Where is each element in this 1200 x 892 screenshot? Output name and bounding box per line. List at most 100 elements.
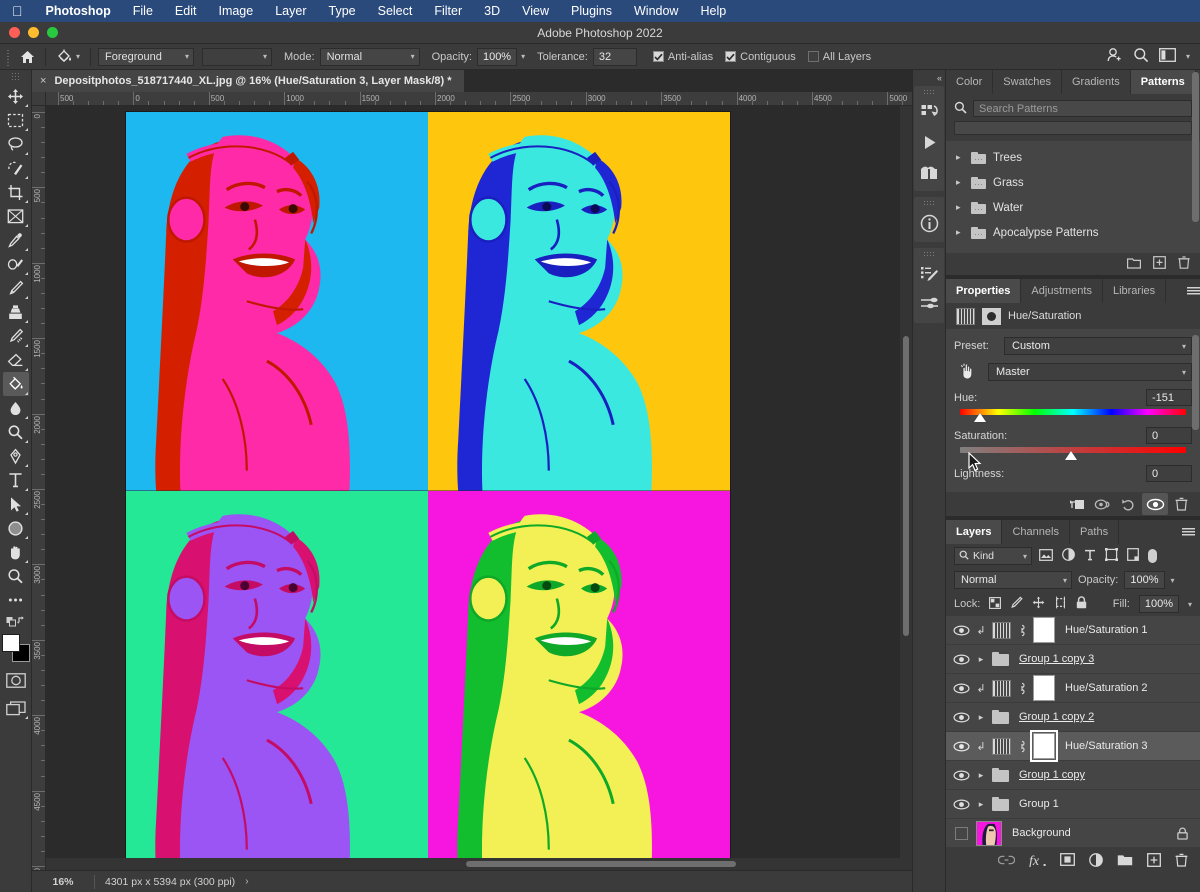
type-tool[interactable] xyxy=(3,468,29,492)
eraser-tool[interactable] xyxy=(3,348,29,372)
layer-blend-mode-dropdown[interactable]: Normal ▾ xyxy=(954,571,1072,589)
pen-tool[interactable] xyxy=(3,444,29,468)
layer-fill-input[interactable]: 100% xyxy=(1138,595,1179,613)
workspace-chevron-down-icon[interactable]: ▾ xyxy=(1186,52,1190,61)
close-icon[interactable]: × xyxy=(40,75,46,87)
tools-panel-grip[interactable] xyxy=(10,72,21,82)
hue-slider[interactable] xyxy=(960,409,1186,422)
lock-transparency-icon[interactable] xyxy=(989,596,1002,612)
quick-selection-tool[interactable] xyxy=(3,156,29,180)
clone-stamp-tool[interactable] xyxy=(3,300,29,324)
chevron-right-icon[interactable]: ▸ xyxy=(976,799,986,810)
layer-visibility-toggle[interactable] xyxy=(946,653,976,665)
ellipse-tool[interactable] xyxy=(3,516,29,540)
new-adjustment-icon[interactable] xyxy=(1089,852,1103,870)
info-icon[interactable] xyxy=(914,208,944,238)
pattern-group-grass[interactable]: ▸ Grass xyxy=(946,170,1200,195)
delete-icon[interactable] xyxy=(1178,256,1190,272)
tab-libraries[interactable]: Libraries xyxy=(1102,279,1167,303)
layers-scrollbar[interactable] xyxy=(1192,72,1199,222)
chevron-right-icon[interactable]: ▸ xyxy=(956,152,964,163)
patterns-filter-strip[interactable] xyxy=(954,121,1192,135)
table-row[interactable]: ▸ Group 1 copy 2 xyxy=(946,703,1200,732)
quadrant-top-left[interactable] xyxy=(126,112,428,491)
actions-play-icon[interactable] xyxy=(914,127,944,157)
link-mask-icon[interactable] xyxy=(1017,740,1027,753)
pattern-group-apocalypse[interactable]: ▸ Apocalypse Patterns xyxy=(946,220,1200,245)
canvas-horizontal-scrollbar[interactable] xyxy=(46,858,900,870)
pattern-picker-dropdown[interactable]: ▾ xyxy=(202,47,273,66)
zoom-level[interactable]: 16% xyxy=(32,876,94,888)
menu-3d[interactable]: 3D xyxy=(473,0,511,22)
dodge-tool[interactable] xyxy=(3,420,29,444)
history-icon[interactable] xyxy=(914,97,944,127)
default-colors-and-swap[interactable] xyxy=(3,612,29,632)
tolerance-input[interactable]: 32 xyxy=(592,47,637,66)
screen-mode-toggle[interactable] xyxy=(3,696,29,720)
hue-input[interactable]: -151 xyxy=(1146,389,1192,406)
filter-smart-object-icon[interactable] xyxy=(1127,548,1139,564)
table-row[interactable]: Background xyxy=(946,819,1200,848)
table-row[interactable]: ↲ Hue/Saturation 1 xyxy=(946,616,1200,645)
filter-image-icon[interactable] xyxy=(1039,548,1053,564)
quadrant-bottom-left[interactable] xyxy=(126,490,428,869)
brush-settings-icon[interactable] xyxy=(914,259,944,289)
chevron-right-icon[interactable]: ▸ xyxy=(976,712,986,723)
layer-mask-thumbnail[interactable] xyxy=(1033,617,1055,643)
crop-tool[interactable] xyxy=(3,180,29,204)
saturation-slider[interactable] xyxy=(960,447,1186,460)
lasso-tool[interactable] xyxy=(3,132,29,156)
status-expand-arrow-icon[interactable]: › xyxy=(245,876,248,887)
adjustment-thumbnail[interactable] xyxy=(992,737,1011,755)
link-mask-icon[interactable] xyxy=(1017,624,1027,637)
table-row[interactable]: ↲ Hue/Saturation 2 xyxy=(946,674,1200,703)
filter-shape-icon[interactable] xyxy=(1105,548,1118,564)
tab-channels[interactable]: Channels xyxy=(1002,520,1070,544)
clip-to-layer-icon[interactable] xyxy=(1064,493,1090,515)
layer-list[interactable]: ↲ Hue/Saturation 1 ▸ Group 1 copy 3 ↲ Hu… xyxy=(946,72,1200,848)
contiguous-checkbox[interactable]: Contiguous xyxy=(725,51,796,63)
tab-color[interactable]: Color xyxy=(946,70,994,94)
filter-adjustment-icon[interactable] xyxy=(1062,548,1075,564)
tool-presets-icon[interactable] xyxy=(914,289,944,319)
tab-patterns[interactable]: Patterns xyxy=(1130,70,1196,94)
chevron-right-icon[interactable]: ▸ xyxy=(956,202,964,213)
edit-toolbar-tool[interactable] xyxy=(3,588,29,612)
quick-mask-toggle[interactable] xyxy=(3,668,29,692)
add-mask-icon[interactable] xyxy=(1060,853,1075,869)
tab-paths[interactable]: Paths xyxy=(1069,520,1120,544)
quadrant-bottom-right[interactable] xyxy=(428,490,730,869)
new-group-icon[interactable] xyxy=(1126,257,1141,272)
channel-dropdown[interactable]: Master ▾ xyxy=(988,363,1192,381)
tab-gradients[interactable]: Gradients xyxy=(1062,70,1131,94)
table-row[interactable]: ▸ Group 1 xyxy=(946,790,1200,819)
saturation-input[interactable]: 0 xyxy=(1146,427,1192,444)
chevron-right-icon[interactable]: ▸ xyxy=(956,227,964,238)
chevron-right-icon[interactable]: ▸ xyxy=(976,770,986,781)
tab-layers[interactable]: Layers xyxy=(946,520,1003,544)
rail-group-grip[interactable] xyxy=(923,200,935,206)
layer-visibility-toggle[interactable] xyxy=(946,740,976,752)
layer-thumbnail[interactable] xyxy=(976,820,1002,846)
paint-bucket-tool[interactable] xyxy=(2,372,29,396)
artboard[interactable] xyxy=(126,112,730,869)
hue-slider-thumb[interactable] xyxy=(974,413,986,422)
layer-style-fx-icon[interactable]: fx xyxy=(1029,853,1046,870)
table-row[interactable]: ↲ Hue/Saturation 3 xyxy=(946,730,1200,762)
lock-position-icon[interactable] xyxy=(1032,596,1045,612)
eyedropper-tool[interactable] xyxy=(3,228,29,252)
saturation-slider-thumb[interactable] xyxy=(1065,451,1077,460)
horizontal-ruler[interactable]: 500 0 500 1000 1500 2000 2500 3000 3500 4000 4500 5… xyxy=(32,92,912,106)
layer-visibility-toggle[interactable] xyxy=(946,798,976,810)
search-patterns-input[interactable]: Search Patterns xyxy=(973,100,1192,117)
delete-adjustment-icon[interactable] xyxy=(1168,493,1194,515)
fill-source-dropdown[interactable]: Foreground ▾ xyxy=(98,47,195,66)
new-pattern-icon[interactable] xyxy=(1153,256,1166,272)
link-mask-icon[interactable] xyxy=(1017,682,1027,695)
canvas-vertical-scrollbar[interactable] xyxy=(900,106,912,870)
lightness-input[interactable]: 0 xyxy=(1146,465,1192,482)
scrollbar-thumb[interactable] xyxy=(466,861,736,867)
options-bar-grip[interactable] xyxy=(6,47,12,66)
menu-window[interactable]: Window xyxy=(623,0,689,22)
tab-properties[interactable]: Properties xyxy=(946,279,1022,303)
